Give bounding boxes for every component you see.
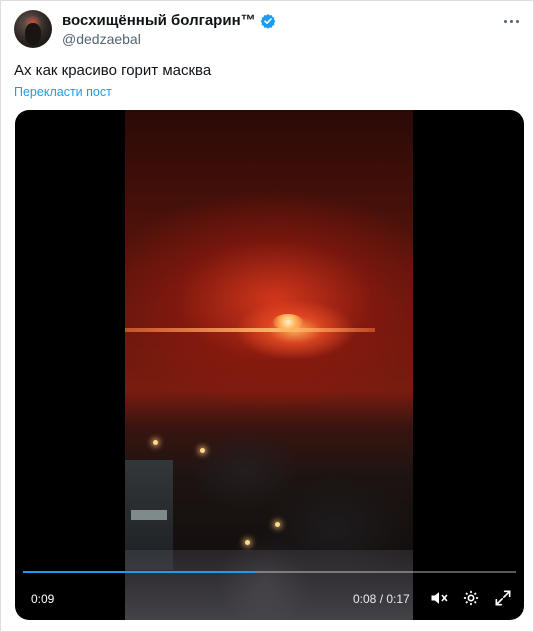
street-lamp [245, 540, 250, 545]
author-display-name[interactable]: восхищённый болгарин™ [62, 12, 256, 29]
fire-horizon [125, 328, 375, 332]
video-player[interactable]: 0:09 0:08 / 0:17 [15, 110, 524, 620]
street-lamp [153, 440, 158, 445]
snowy-yard [125, 550, 413, 620]
street-lamp [275, 522, 280, 527]
fire-glow [273, 314, 303, 330]
video-progress-fill [23, 571, 255, 573]
verified-badge-icon [260, 13, 276, 29]
avatar[interactable] [14, 10, 52, 48]
video-progress-bar[interactable] [23, 571, 516, 573]
time-position: 0:08 / 0:17 [353, 592, 410, 606]
street-lamp [200, 448, 205, 453]
fullscreen-icon[interactable] [493, 588, 513, 608]
translate-post-link[interactable]: Перекласти пост [14, 85, 112, 99]
video-frame [125, 110, 413, 620]
elapsed-time: 0:09 [31, 592, 55, 606]
author-handle[interactable]: @dedzaebal [62, 31, 141, 47]
more-dot [515, 19, 519, 23]
volume-muted-icon[interactable] [429, 588, 449, 608]
avatar-silhouette [25, 23, 41, 45]
more-dot [503, 19, 507, 23]
settings-gear-icon[interactable] [461, 588, 481, 608]
tweet-text: Ах как красиво горит масква [14, 62, 212, 79]
author-name-row: восхищённый болгарин™ [62, 12, 276, 29]
more-dot [509, 19, 513, 23]
more-options-icon[interactable] [500, 10, 522, 32]
lit-window [131, 510, 167, 520]
